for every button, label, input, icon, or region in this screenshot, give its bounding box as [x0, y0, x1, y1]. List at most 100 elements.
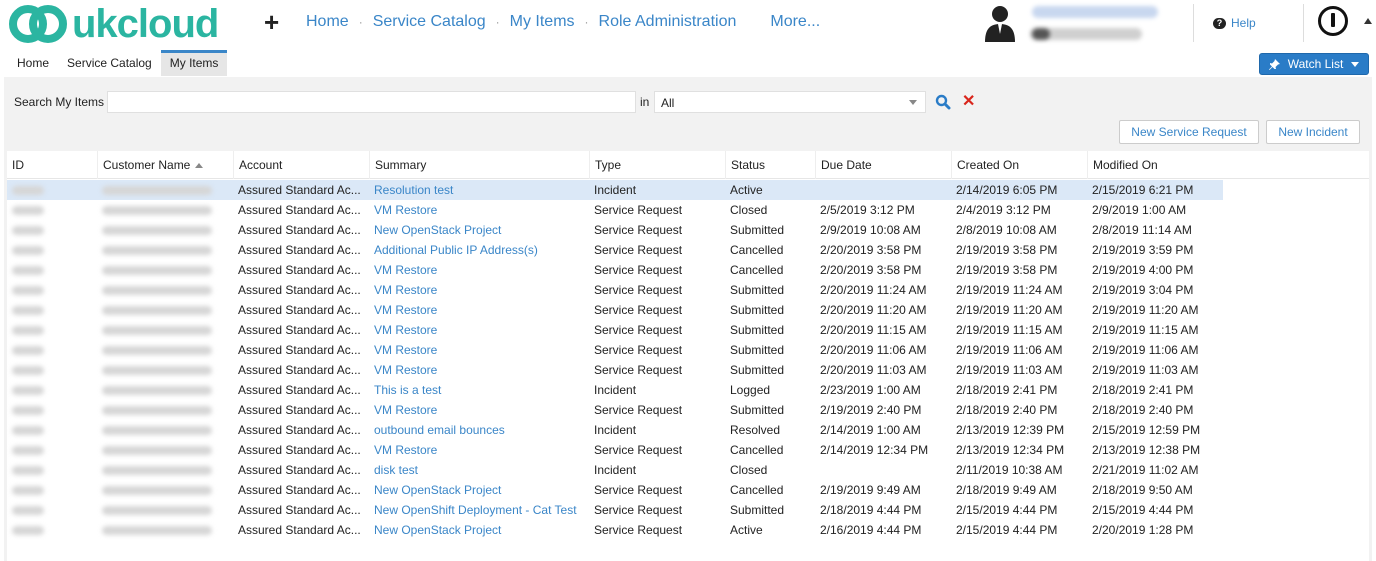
- cell-summary[interactable]: disk test: [369, 460, 589, 480]
- ukcloud-logo-icon: [9, 5, 67, 43]
- cell-summary[interactable]: VM Restore: [369, 260, 589, 280]
- redacted-value: [12, 426, 44, 436]
- cell-account: Assured Standard Ac...: [238, 203, 361, 217]
- user-avatar-icon[interactable]: [982, 4, 1018, 42]
- cell-created-on: 2/13/2019 12:34 PM: [956, 443, 1065, 457]
- cell-modified-on: 2/19/2019 11:15 AM: [1092, 323, 1199, 337]
- table-row[interactable]: Assured Standard Ac... VM Restore Service …: [7, 440, 1223, 460]
- redacted-value: [102, 406, 212, 416]
- help-link[interactable]: ? Help: [1213, 16, 1256, 30]
- column-header-created-on[interactable]: Created On: [951, 151, 1087, 179]
- table-row[interactable]: Assured Standard Ac... VM Restore Service …: [7, 200, 1223, 220]
- tab-home[interactable]: Home: [8, 50, 58, 76]
- column-header-modified-on[interactable]: Modified On: [1087, 151, 1223, 179]
- column-header-type[interactable]: Type: [589, 151, 725, 179]
- redacted-value: [102, 346, 212, 356]
- logo[interactable]: ukcloud: [8, 4, 219, 44]
- column-header-customer-name[interactable]: Customer Name: [97, 151, 233, 179]
- collapse-header-icon[interactable]: [1364, 18, 1372, 24]
- redacted-value: [12, 246, 44, 256]
- topnav-home[interactable]: Home: [306, 13, 349, 31]
- table-row[interactable]: Assured Standard Ac... New OpenStack Proj…: [7, 520, 1223, 540]
- cell-summary[interactable]: Resolution test: [369, 180, 589, 200]
- tab-service-catalog[interactable]: Service Catalog: [58, 50, 161, 76]
- cell-id: [7, 480, 97, 500]
- cell-summary[interactable]: VM Restore: [369, 200, 589, 220]
- redacted-value: [12, 506, 44, 516]
- cell-due-date: 2/20/2019 11:20 AM: [820, 303, 927, 317]
- table-row[interactable]: Assured Standard Ac... VM Restore Service …: [7, 300, 1223, 320]
- cell-summary[interactable]: VM Restore: [369, 440, 589, 460]
- cell-summary[interactable]: outbound email bounces: [369, 420, 589, 440]
- cell-summary[interactable]: VM Restore: [369, 340, 589, 360]
- table-row[interactable]: Assured Standard Ac... VM Restore Service …: [7, 320, 1223, 340]
- table-row[interactable]: Assured Standard Ac... This is a test Inci…: [7, 380, 1223, 400]
- redacted-value: [102, 506, 212, 516]
- cell-type: Incident: [594, 423, 637, 437]
- cell-customer-name: [97, 460, 233, 480]
- top-navigation: Home · Service Catalog · My Items · Role…: [306, 13, 820, 31]
- search-input[interactable]: [107, 91, 636, 113]
- search-icon[interactable]: [935, 94, 951, 110]
- cell-summary[interactable]: VM Restore: [369, 300, 589, 320]
- cell-summary[interactable]: Additional Public IP Address(s): [369, 240, 589, 260]
- column-header-due-date[interactable]: Due Date: [815, 151, 951, 179]
- table-row[interactable]: Assured Standard Ac... Resolution test Inc…: [7, 180, 1223, 200]
- cell-account: Assured Standard Ac...: [238, 523, 361, 537]
- column-header-id[interactable]: ID: [7, 151, 97, 179]
- table-row[interactable]: Assured Standard Ac... VM Restore Service …: [7, 340, 1223, 360]
- new-service-request-button[interactable]: New Service Request: [1119, 120, 1259, 144]
- cell-summary[interactable]: VM Restore: [369, 280, 589, 300]
- topnav-my-items[interactable]: My Items: [510, 13, 575, 31]
- cell-id: [7, 320, 97, 340]
- cell-summary[interactable]: VM Restore: [369, 320, 589, 340]
- table-row[interactable]: Assured Standard Ac... New OpenStack Proj…: [7, 220, 1223, 240]
- table-row[interactable]: Assured Standard Ac... VM Restore Service …: [7, 360, 1223, 380]
- cell-customer-name: [97, 240, 233, 260]
- topnav-service-catalog[interactable]: Service Catalog: [373, 13, 486, 31]
- create-new-icon[interactable]: +: [264, 8, 279, 36]
- cell-customer-name: [97, 480, 233, 500]
- watch-list-button[interactable]: Watch List: [1259, 53, 1369, 75]
- search-label: Search My Items: [14, 95, 105, 109]
- topnav-more[interactable]: More...: [770, 13, 820, 31]
- clear-search-icon[interactable]: ✕: [962, 94, 976, 110]
- tab-my-items[interactable]: My Items: [160, 50, 228, 76]
- cell-status: Cancelled: [730, 243, 784, 257]
- cell-summary[interactable]: New OpenStack Project: [369, 480, 589, 500]
- table-row[interactable]: Assured Standard Ac... VM Restore Service …: [7, 400, 1223, 420]
- table-row[interactable]: Assured Standard Ac... Additional Public …: [7, 240, 1223, 260]
- cell-summary[interactable]: New OpenShift Deployment - Cat Test: [369, 500, 589, 520]
- cell-summary[interactable]: New OpenStack Project: [369, 520, 589, 540]
- table-header: ID Customer Name Account Summary Type St…: [7, 151, 1369, 179]
- scope-select[interactable]: All: [654, 91, 926, 113]
- redacted-value: [102, 386, 212, 396]
- cell-modified-on: 2/18/2019 9:50 AM: [1092, 483, 1193, 497]
- logout-power-icon[interactable]: [1318, 6, 1348, 36]
- cell-type: Incident: [594, 463, 637, 477]
- divider: [1193, 4, 1194, 42]
- cell-summary[interactable]: New OpenStack Project: [369, 220, 589, 240]
- cell-summary[interactable]: VM Restore: [369, 360, 589, 380]
- table-row[interactable]: Assured Standard Ac... New OpenShift Depl…: [7, 500, 1223, 520]
- cell-summary[interactable]: This is a test: [369, 380, 589, 400]
- new-incident-button[interactable]: New Incident: [1266, 120, 1360, 144]
- table-row[interactable]: Assured Standard Ac... VM Restore Service …: [7, 280, 1223, 300]
- table-row[interactable]: Assured Standard Ac... VM Restore Service …: [7, 260, 1223, 280]
- cell-summary[interactable]: VM Restore: [369, 400, 589, 420]
- column-header-summary[interactable]: Summary: [369, 151, 589, 179]
- table-row[interactable]: Assured Standard Ac... outbound email bou…: [7, 420, 1223, 440]
- user-name-redacted[interactable]: [1032, 6, 1158, 18]
- cell-modified-on: 2/8/2019 11:14 AM: [1092, 223, 1192, 237]
- cell-customer-name: [97, 420, 233, 440]
- cell-type: Service Request: [594, 343, 683, 357]
- cell-id: [7, 500, 97, 520]
- cell-created-on: 2/14/2019 6:05 PM: [956, 183, 1058, 197]
- cell-due-date: 2/5/2019 3:12 PM: [820, 203, 915, 217]
- table-row[interactable]: Assured Standard Ac... New OpenStack Proj…: [7, 480, 1223, 500]
- topnav-role-administration[interactable]: Role Administration: [599, 13, 737, 31]
- column-header-account[interactable]: Account: [233, 151, 369, 179]
- column-header-status[interactable]: Status: [725, 151, 815, 179]
- cell-status: Closed: [730, 203, 768, 217]
- table-row[interactable]: Assured Standard Ac... disk test Incident C…: [7, 460, 1223, 480]
